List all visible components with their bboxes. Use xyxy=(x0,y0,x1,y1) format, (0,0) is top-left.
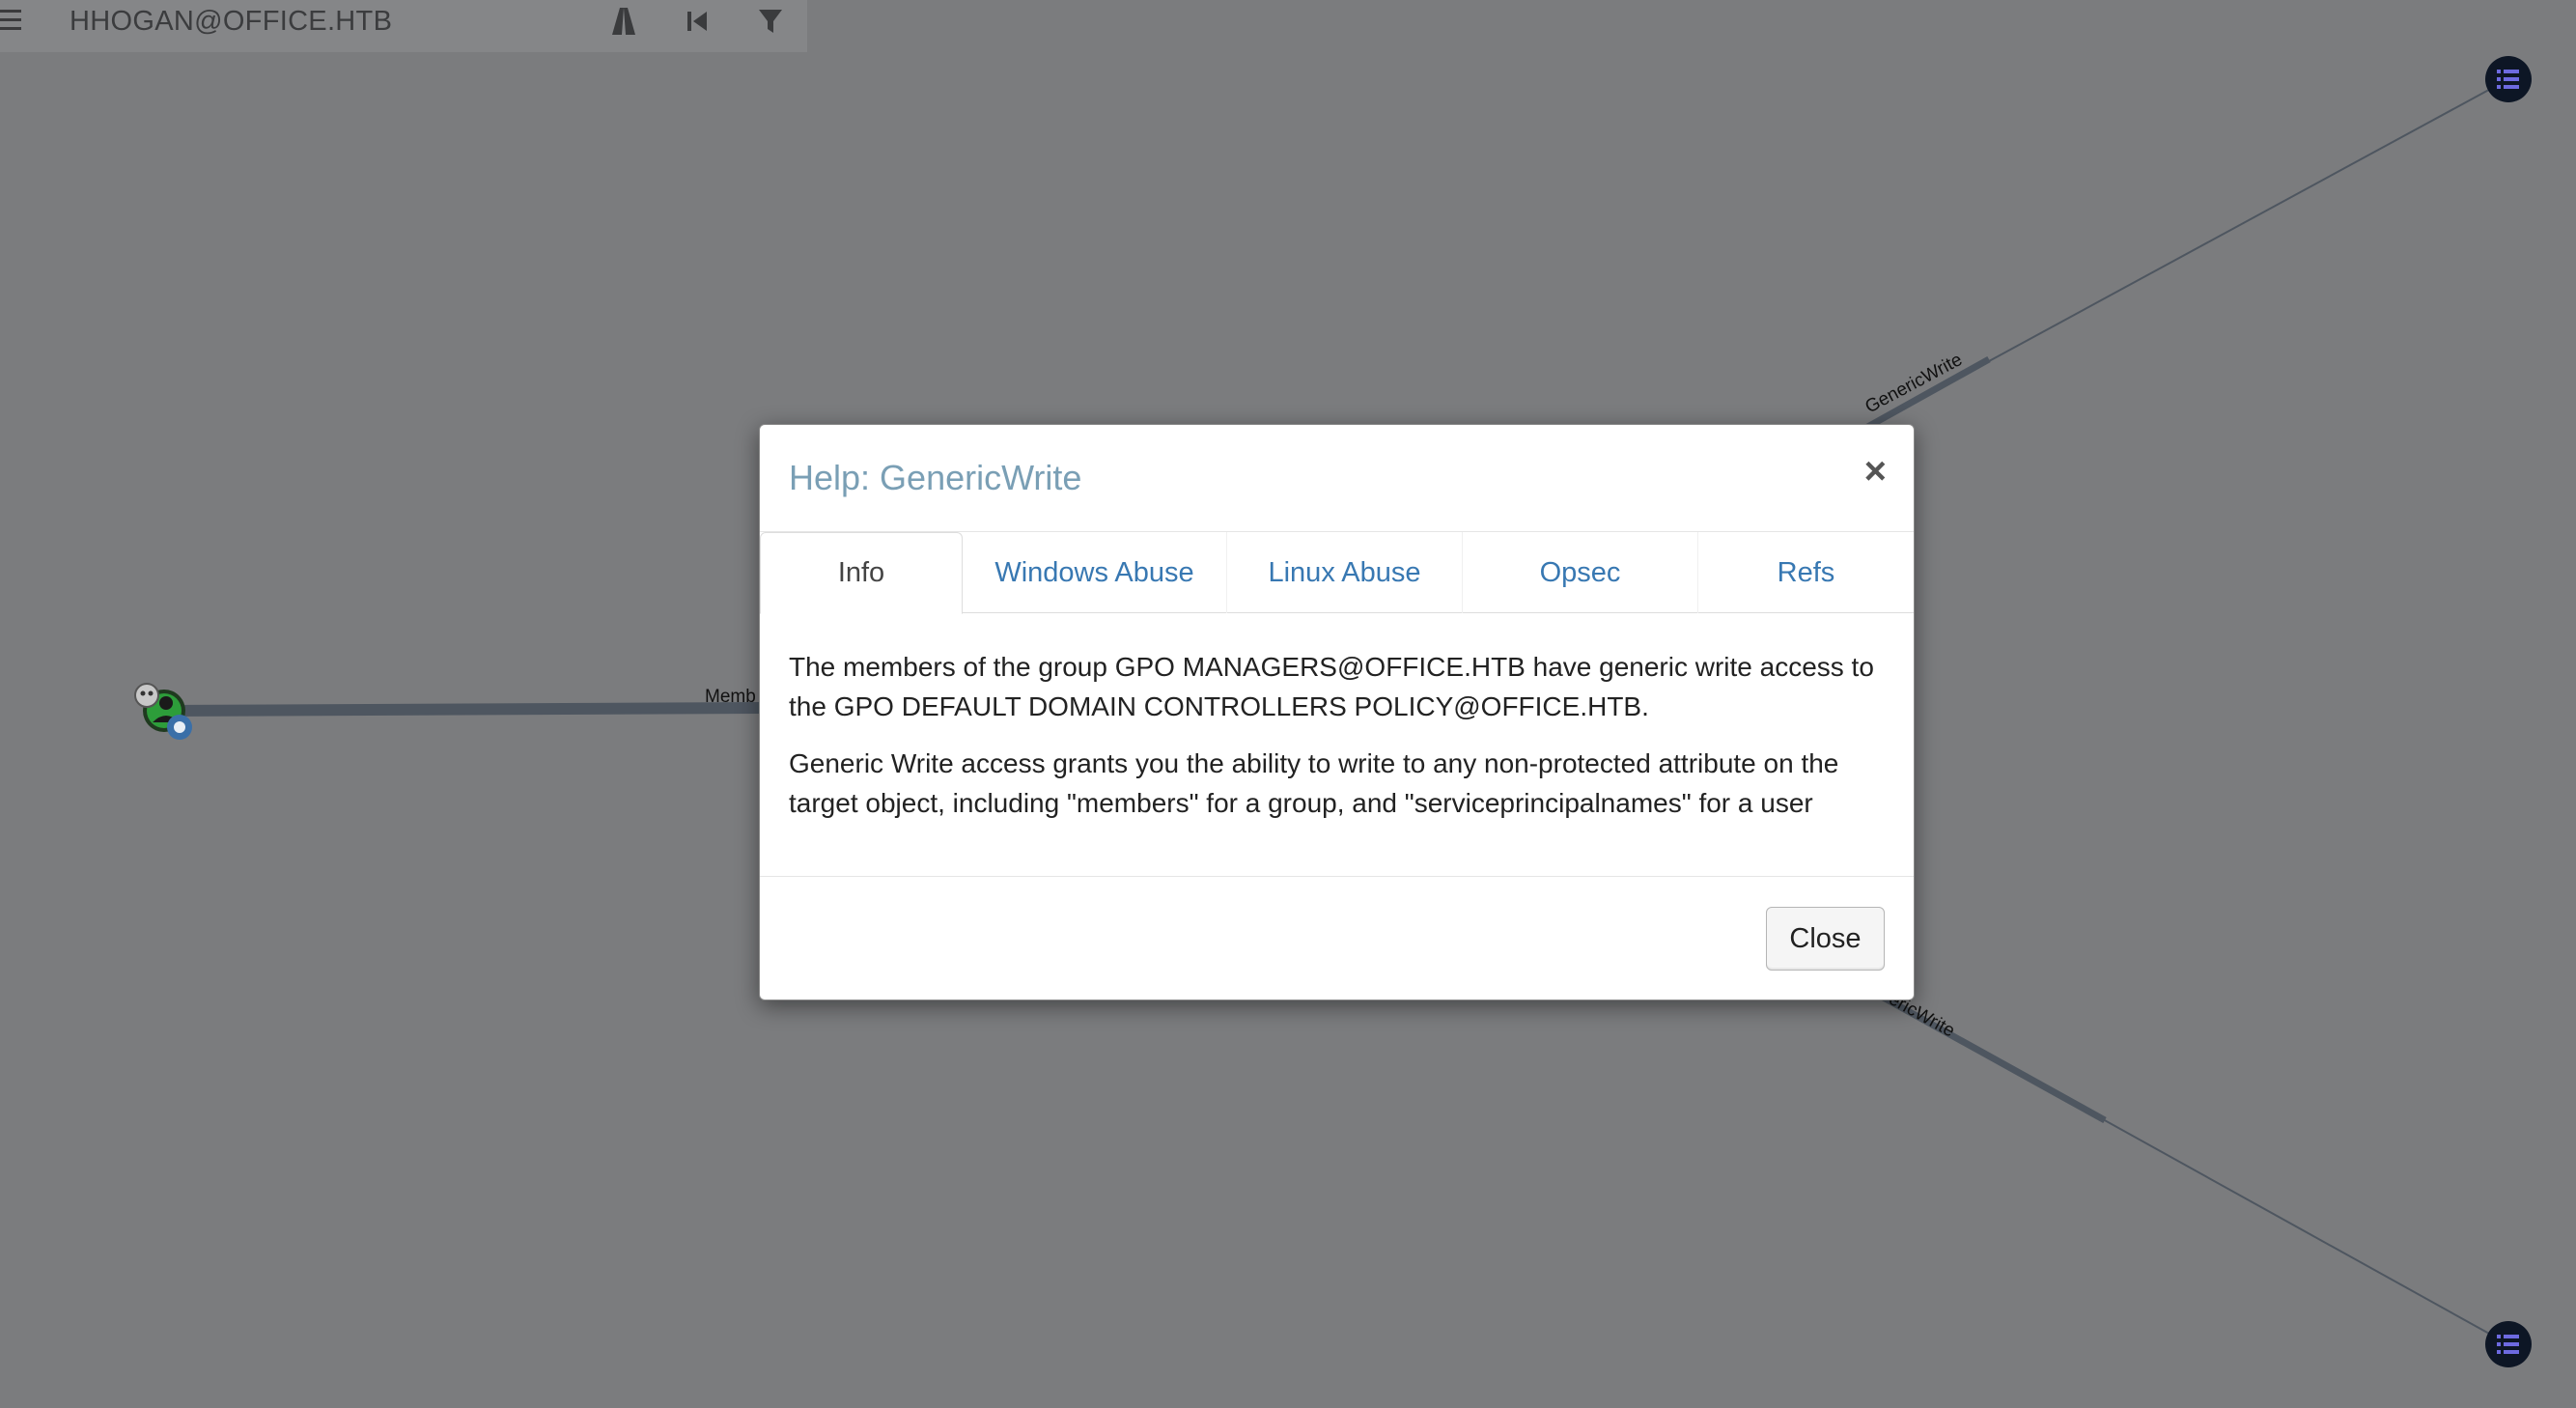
edge-label-member: Memb xyxy=(705,687,756,707)
gpo-node-top-icon[interactable] xyxy=(2485,56,2532,102)
search-input[interactable]: HHOGAN@OFFICE.HTB xyxy=(70,6,392,38)
tab-windows-abuse[interactable]: Windows Abuse xyxy=(963,532,1227,613)
modal-title: Help: GenericWrite xyxy=(789,458,1082,497)
back-icon[interactable] xyxy=(680,4,714,39)
search-bar: HHOGAN@OFFICE.HTB xyxy=(0,0,807,52)
tab-refs[interactable]: Refs xyxy=(1698,532,1914,613)
modal-tabs: Info Windows Abuse Linux Abuse Opsec Ref… xyxy=(760,532,1914,614)
tab-linux-abuse[interactable]: Linux Abuse xyxy=(1227,532,1463,613)
menu-icon[interactable] xyxy=(0,10,23,31)
close-button[interactable]: Close xyxy=(1766,907,1885,971)
pathfinding-icon[interactable] xyxy=(606,4,641,39)
tab-opsec[interactable]: Opsec xyxy=(1463,532,1698,613)
gpo-node-bottom-icon[interactable] xyxy=(2485,1321,2532,1367)
info-paragraph-2: Generic Write access grants you the abil… xyxy=(789,748,1839,818)
filter-icon[interactable] xyxy=(753,4,788,39)
modal-footer: Close xyxy=(760,876,1914,1001)
modal-header: Help: GenericWrite × xyxy=(760,425,1914,532)
close-icon[interactable]: × xyxy=(1864,452,1887,491)
user-node-icon[interactable] xyxy=(134,683,192,740)
help-modal: Help: GenericWrite × Info Windows Abuse … xyxy=(759,424,1915,1000)
modal-body: The members of the group GPO MANAGERS@OF… xyxy=(789,647,1890,840)
tab-info[interactable]: Info xyxy=(760,532,963,614)
info-paragraph-1: The members of the group GPO MANAGERS@OF… xyxy=(789,652,1874,721)
